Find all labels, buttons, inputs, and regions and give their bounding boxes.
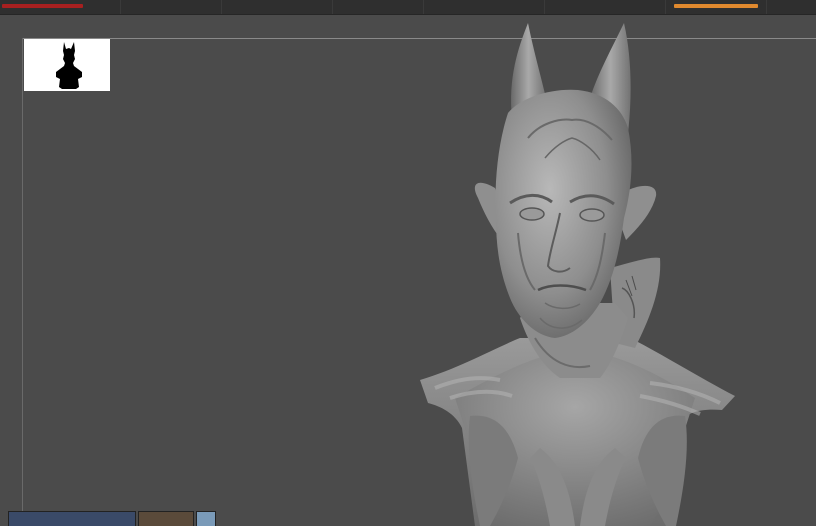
sculpting-app-window bbox=[0, 0, 816, 526]
toolbar-segment[interactable] bbox=[424, 0, 545, 14]
right-progress-bar bbox=[674, 4, 758, 8]
sculpted-demon-bust[interactable] bbox=[400, 18, 760, 526]
toolbar-segment[interactable] bbox=[333, 0, 424, 14]
toolbar-segment[interactable] bbox=[545, 0, 666, 14]
sculpted-demon-bust-icon bbox=[420, 23, 735, 526]
canvas-frame-left bbox=[22, 38, 23, 526]
scene-thumbnail-icon[interactable] bbox=[8, 511, 136, 526]
scene-thumbnail-icon[interactable] bbox=[196, 511, 216, 526]
left-progress-bar bbox=[2, 4, 83, 8]
thumbnail-tray bbox=[8, 508, 218, 526]
toolbar-segment[interactable] bbox=[121, 0, 222, 14]
top-toolbar bbox=[0, 0, 816, 15]
toolbar-segment[interactable] bbox=[222, 0, 333, 14]
scene-thumbnail-icon[interactable] bbox=[138, 511, 194, 526]
bust-silhouette-icon bbox=[56, 42, 82, 89]
navigator-thumbnail[interactable] bbox=[24, 39, 110, 91]
